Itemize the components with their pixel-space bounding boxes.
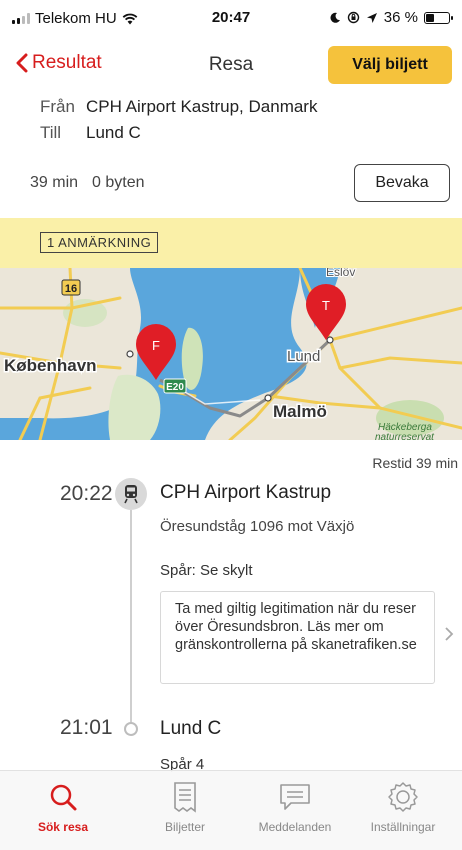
travel-time: Restid 39 min bbox=[372, 455, 458, 471]
route-map[interactable]: 16 E20 København Lund Malmö Eslöv Häckeb… bbox=[0, 268, 462, 440]
map-canvas: 16 E20 København Lund Malmö Eslöv Häckeb… bbox=[0, 268, 462, 440]
map-label-eslov: Eslöv bbox=[326, 268, 355, 279]
departure-station: CPH Airport Kastrup bbox=[160, 482, 332, 503]
tab-settings[interactable]: Inställningar bbox=[348, 777, 458, 841]
departure-track: Spår: Se skylt bbox=[160, 562, 253, 579]
departure-time: 20:22 bbox=[60, 482, 113, 505]
tab-messages-label: Meddelanden bbox=[258, 820, 332, 834]
tab-search[interactable]: Sök resa bbox=[8, 777, 118, 841]
arrival-dot bbox=[124, 722, 138, 736]
to-row: Till Lund C bbox=[40, 120, 317, 146]
map-city-dot bbox=[326, 336, 334, 344]
notice-badge[interactable]: 1 ANMÄRKNING bbox=[40, 232, 159, 253]
to-value: Lund C bbox=[86, 123, 141, 142]
road-e20-label: E20 bbox=[166, 382, 184, 393]
search-icon bbox=[50, 784, 77, 811]
tab-tickets-label: Biljetter bbox=[164, 820, 205, 834]
trip-summary: 39 min 0 byten bbox=[30, 174, 145, 192]
location-icon bbox=[366, 12, 377, 23]
status-bar: Telekom HU 20:47 36 % bbox=[0, 0, 462, 36]
map-label-kobenhavn: København bbox=[4, 356, 97, 375]
info-message[interactable]: Ta med giltig legitimation när du reser … bbox=[160, 591, 435, 684]
map-label-malmo: Malmö bbox=[273, 402, 327, 421]
back-button[interactable]: Resultat bbox=[16, 52, 102, 74]
trip-changes: 0 byten bbox=[92, 174, 145, 191]
train-info: Öresundståg 1096 mot Växjö bbox=[160, 518, 355, 535]
chevron-right-icon[interactable] bbox=[444, 626, 454, 647]
map-label-lund: Lund bbox=[287, 348, 320, 365]
gear-icon bbox=[388, 782, 418, 812]
arrival-time: 21:01 bbox=[60, 716, 113, 739]
to-label: Till bbox=[40, 123, 62, 142]
nav-bar: Resultat Resa Välj biljett bbox=[0, 40, 462, 88]
tab-settings-label: Inställningar bbox=[370, 820, 436, 834]
train-icon bbox=[115, 478, 147, 510]
pin-to-label: T bbox=[322, 298, 330, 313]
arrival-station: Lund C bbox=[160, 718, 222, 739]
moon-icon bbox=[330, 12, 340, 23]
tab-messages[interactable]: Meddelanden bbox=[240, 777, 350, 841]
notice-banner: 1 ANMÄRKNING bbox=[0, 218, 462, 268]
tab-tickets[interactable]: Biljetter bbox=[130, 777, 240, 841]
from-row: Från CPH Airport Kastrup, Danmark bbox=[40, 94, 317, 120]
timeline-line bbox=[130, 510, 132, 728]
tab-search-label: Sök resa bbox=[37, 820, 89, 834]
battery-percent: 36 % bbox=[383, 9, 418, 26]
orientation-lock-icon bbox=[347, 11, 359, 24]
watch-button[interactable]: Bevaka bbox=[354, 164, 450, 202]
trip-duration: 39 min bbox=[30, 174, 79, 191]
from-label: Från bbox=[40, 97, 75, 116]
battery-icon bbox=[424, 11, 453, 24]
chevron-left-icon bbox=[16, 53, 28, 73]
map-city-dot bbox=[264, 394, 272, 402]
route-info: Från CPH Airport Kastrup, Danmark Till L… bbox=[40, 94, 317, 146]
map-label-reserve-2: naturreservat bbox=[375, 432, 435, 440]
pin-from-label: F bbox=[152, 338, 160, 353]
choose-ticket-button[interactable]: Välj biljett bbox=[328, 46, 452, 84]
ticket-icon bbox=[174, 782, 196, 813]
back-label: Resultat bbox=[32, 52, 102, 73]
road-16-label: 16 bbox=[65, 283, 77, 295]
message-icon bbox=[280, 784, 310, 810]
from-value: CPH Airport Kastrup, Danmark bbox=[86, 97, 318, 116]
map-city-dot bbox=[126, 350, 134, 358]
tab-bar: Sök resa Biljetter Meddelanden Inställni… bbox=[0, 770, 462, 850]
status-right: 36 % bbox=[329, 9, 453, 26]
